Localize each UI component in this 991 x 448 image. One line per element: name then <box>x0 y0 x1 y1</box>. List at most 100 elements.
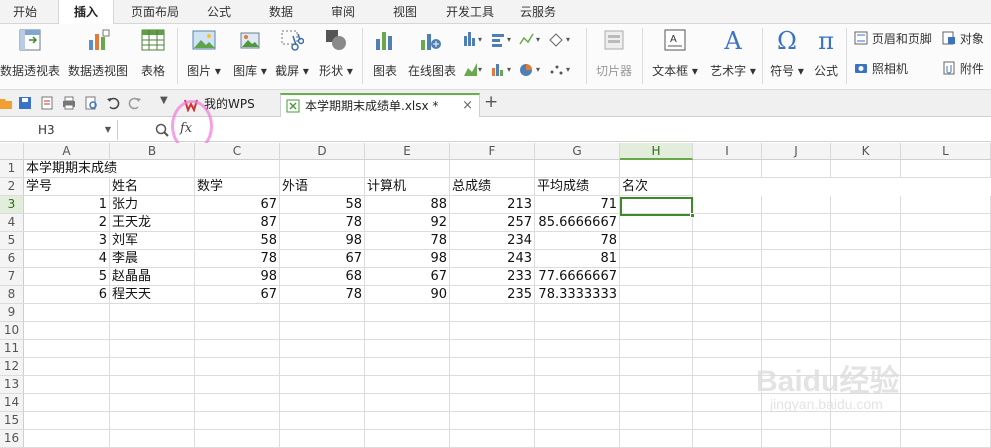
grid-cell[interactable] <box>762 412 831 430</box>
grid-cell[interactable] <box>535 322 620 340</box>
column-header-i[interactable]: I <box>693 143 762 160</box>
row-header-6[interactable]: 6 <box>0 250 24 268</box>
header-cell[interactable]: 外语 <box>280 178 365 196</box>
grid-cell[interactable] <box>110 412 195 430</box>
column-header-b[interactable]: B <box>110 143 195 160</box>
grid-cell[interactable] <box>831 322 901 340</box>
grid-cell[interactable] <box>280 412 365 430</box>
grid-cell[interactable] <box>24 322 110 340</box>
table-cell[interactable]: 78 <box>280 286 365 304</box>
tab-cloud-service[interactable]: 云服务 <box>508 0 568 24</box>
tab-page-layout[interactable]: 页面布局 <box>120 0 190 24</box>
table-cell[interactable]: 67 <box>195 196 280 214</box>
online-chart-button[interactable]: 在线图表 <box>408 28 456 86</box>
column-header-f[interactable]: F <box>450 143 535 160</box>
grid-cell[interactable] <box>693 268 762 286</box>
quick-access-dropdown-icon[interactable]: ▼ <box>160 95 168 106</box>
table-cell[interactable]: 78 <box>535 232 620 250</box>
header-cell[interactable]: 学号 <box>24 178 110 196</box>
grid-cell[interactable] <box>450 412 535 430</box>
grid-cell[interactable] <box>901 376 991 394</box>
grid-cell[interactable] <box>901 160 991 178</box>
tab-data[interactable]: 数据 <box>256 0 306 24</box>
table-cell[interactable]: 6 <box>24 286 110 304</box>
grid-cell[interactable] <box>365 430 450 448</box>
grid-cell[interactable] <box>110 394 195 412</box>
grid-cell[interactable] <box>693 322 762 340</box>
grid-cell[interactable] <box>195 412 280 430</box>
grid-cell[interactable] <box>693 160 762 178</box>
chart-type-row-1-icons[interactable]: ▾ ▾ ▾ ▾ <box>462 30 582 50</box>
fill-handle[interactable] <box>690 213 695 218</box>
tab-view[interactable]: 视图 <box>380 0 430 24</box>
row-header-14[interactable]: 14 <box>0 394 24 412</box>
grid-cell[interactable] <box>620 412 693 430</box>
grid-cell[interactable] <box>280 376 365 394</box>
grid-cell[interactable] <box>831 304 901 322</box>
grid-cell[interactable] <box>901 322 991 340</box>
grid-cell[interactable] <box>693 232 762 250</box>
grid-cell[interactable] <box>24 304 110 322</box>
grid-cell[interactable] <box>450 304 535 322</box>
row-header-12[interactable]: 12 <box>0 358 24 376</box>
grid-cell[interactable] <box>195 340 280 358</box>
tab-insert[interactable]: 插入 <box>58 0 114 25</box>
table-cell[interactable]: 77.6666667 <box>535 268 620 286</box>
row-header-4[interactable]: 4 <box>0 214 24 232</box>
grid-cell[interactable] <box>693 340 762 358</box>
grid-cell[interactable] <box>24 340 110 358</box>
grid-cell[interactable] <box>831 196 901 214</box>
tab-developer[interactable]: 开发工具 <box>440 0 500 24</box>
grid-cell[interactable] <box>762 232 831 250</box>
grid-cell[interactable] <box>693 250 762 268</box>
zoom-search-icon[interactable] <box>155 123 169 137</box>
grid-cell[interactable] <box>901 196 991 214</box>
column-header-c[interactable]: C <box>195 143 280 160</box>
tab-start[interactable]: 开始 <box>0 0 50 24</box>
open-folder-icon[interactable] <box>0 96 12 110</box>
column-header-l[interactable]: L <box>901 143 991 160</box>
grid-cell[interactable] <box>535 340 620 358</box>
grid-cell[interactable] <box>831 430 901 448</box>
grid-cell[interactable] <box>693 286 762 304</box>
grid-cell[interactable] <box>365 322 450 340</box>
grid-cell[interactable] <box>110 340 195 358</box>
grid-cell[interactable] <box>693 304 762 322</box>
row-header-7[interactable]: 7 <box>0 268 24 286</box>
grid-cell[interactable] <box>280 160 365 178</box>
grid-cell[interactable] <box>110 376 195 394</box>
grid-cell[interactable] <box>450 394 535 412</box>
grid-cell[interactable] <box>620 376 693 394</box>
table-cell[interactable]: 243 <box>450 250 535 268</box>
table-cell[interactable]: 李晨 <box>110 250 195 268</box>
grid-cell[interactable] <box>901 232 991 250</box>
row-header-3[interactable]: 3 <box>0 196 24 214</box>
header-cell[interactable]: 计算机 <box>365 178 450 196</box>
grid-cell[interactable] <box>280 340 365 358</box>
grid-cell[interactable] <box>280 430 365 448</box>
grid-cell[interactable] <box>901 214 991 232</box>
screenshot-button[interactable]: 截屏 ▾ <box>275 28 309 86</box>
row-header-13[interactable]: 13 <box>0 376 24 394</box>
new-tab-icon[interactable]: + <box>484 92 498 112</box>
table-cell[interactable]: 刘军 <box>110 232 195 250</box>
grid-cell[interactable] <box>24 430 110 448</box>
grid-cell[interactable] <box>620 268 693 286</box>
grid-cell[interactable] <box>901 268 991 286</box>
header-cell[interactable]: 平均成绩 <box>535 178 620 196</box>
grid-cell[interactable] <box>24 394 110 412</box>
table-cell[interactable]: 58 <box>280 196 365 214</box>
row-header-8[interactable]: 8 <box>0 286 24 304</box>
row-header-11[interactable]: 11 <box>0 340 24 358</box>
grid-cell[interactable] <box>831 214 901 232</box>
grid-cell[interactable] <box>620 250 693 268</box>
grid-cell[interactable] <box>280 304 365 322</box>
wordart-button[interactable]: A 艺术字 ▾ <box>710 28 756 86</box>
grid-cell[interactable] <box>901 286 991 304</box>
grid-cell[interactable] <box>901 340 991 358</box>
name-box[interactable]: H3 ▼ <box>0 120 118 140</box>
grid-cell[interactable] <box>831 160 901 178</box>
grid-cell[interactable] <box>535 412 620 430</box>
column-header-j[interactable]: J <box>762 143 831 160</box>
column-header-k[interactable]: K <box>831 143 901 160</box>
